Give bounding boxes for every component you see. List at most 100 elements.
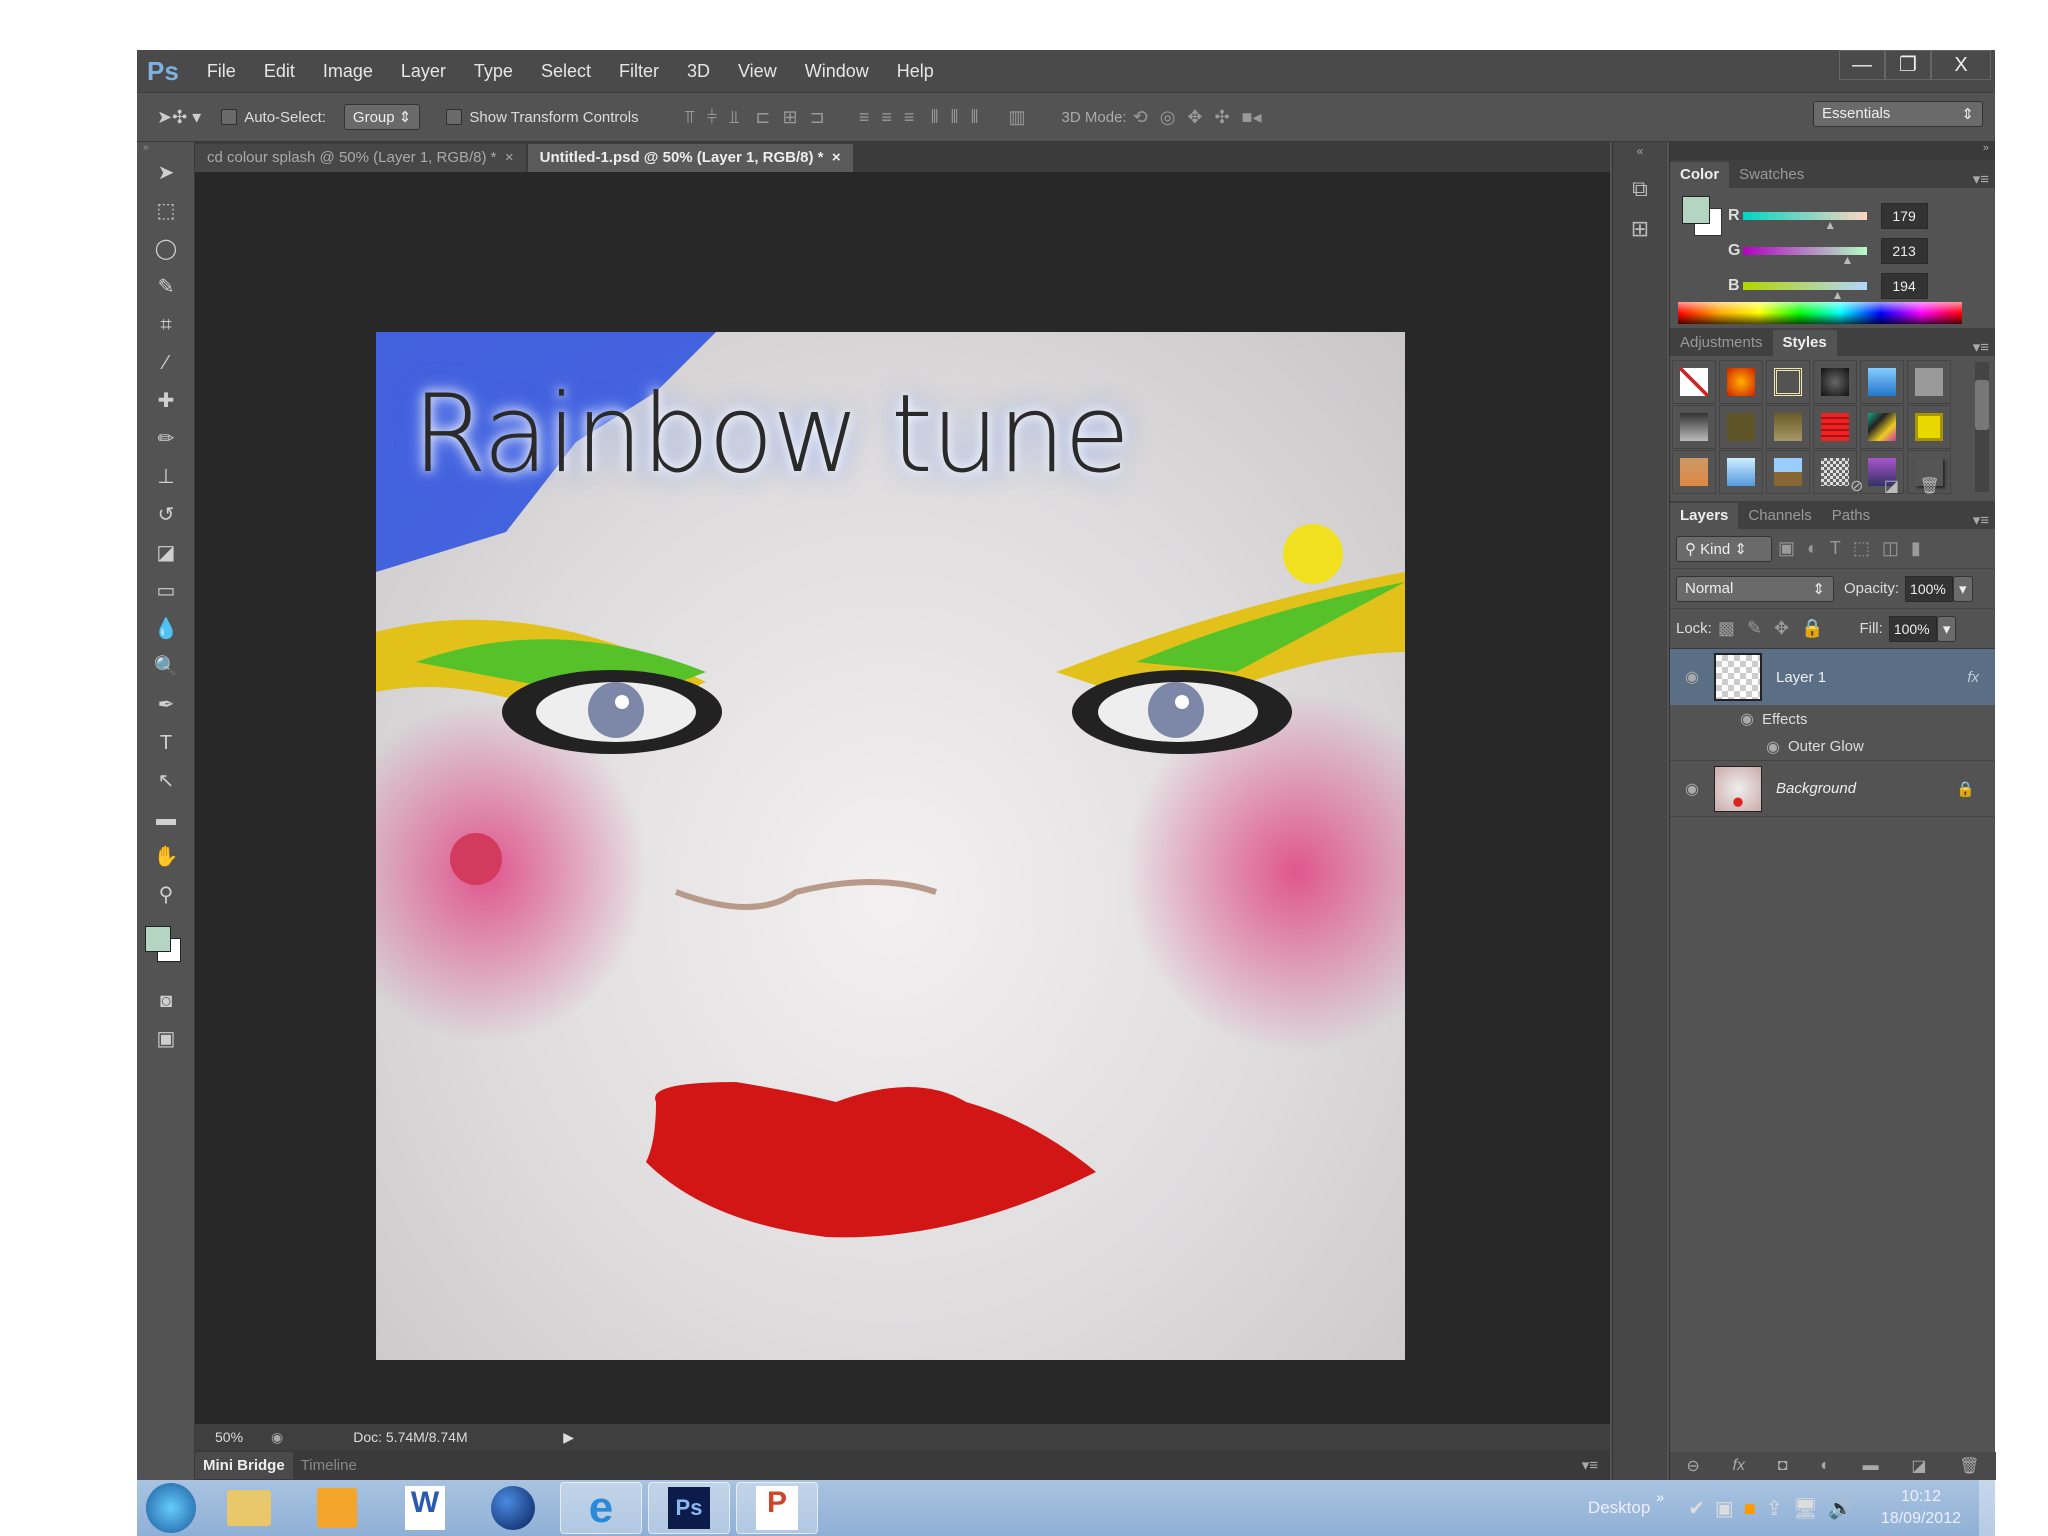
new-style-icon[interactable]: ◪: [1884, 478, 1899, 495]
clock[interactable]: 10:12 18/09/2012: [1881, 1486, 1961, 1530]
blend-mode-dropdown[interactable]: Normal ⇕: [1676, 575, 1834, 602]
delete-layer-icon[interactable]: 🗑: [1959, 1456, 1979, 1476]
align-top-icon[interactable]: ⫪: [685, 107, 695, 127]
add-mask-icon[interactable]: ◘: [1778, 1457, 1788, 1475]
tray-network-icon[interactable]: 🖥: [1793, 1498, 1828, 1520]
panel-menu-icon[interactable]: ▾≡: [1973, 338, 1995, 356]
align-hcenter-icon[interactable]: ⊞: [783, 107, 798, 127]
tab-untitled-1[interactable]: Untitled-1.psd @ 50% (Layer 1, RGB/8) * …: [527, 144, 853, 172]
distribute-left-icon[interactable]: ⦀: [931, 107, 939, 127]
style-chrome[interactable]: [1672, 405, 1716, 449]
3d-pan-icon[interactable]: ✥: [1187, 107, 1202, 128]
adjustment-layer-icon[interactable]: ◐: [1820, 1457, 1830, 1475]
distribute-hcenter-icon[interactable]: ⦀: [951, 107, 959, 127]
tray-app-icon[interactable]: ▣: [1715, 1498, 1744, 1520]
layer-name[interactable]: Layer 1: [1776, 669, 1826, 686]
menu-image[interactable]: Image: [323, 61, 373, 82]
style-gold-gradient[interactable]: [1766, 405, 1810, 449]
tab-timeline[interactable]: Timeline: [293, 1452, 365, 1479]
tab-layers[interactable]: Layers: [1670, 503, 1739, 529]
screen-mode-icon[interactable]: ▣: [149, 1022, 183, 1056]
align-left-icon[interactable]: ⊏: [755, 107, 770, 127]
filter-toggle-icon[interactable]: ▮: [1911, 538, 1921, 559]
menu-file[interactable]: File: [207, 61, 236, 82]
start-button[interactable]: [140, 1482, 202, 1534]
style-yellow[interactable]: [1907, 405, 1951, 449]
outer-glow-row[interactable]: ◉ Outer Glow: [1670, 733, 1995, 761]
opacity-dropdown[interactable]: ▾: [1953, 575, 1973, 602]
filter-shape-icon[interactable]: ⬚: [1853, 538, 1870, 559]
status-info-icon[interactable]: ◉: [271, 1429, 283, 1446]
path-select-tool-icon[interactable]: ↖: [149, 764, 183, 798]
lasso-tool-icon[interactable]: ◯: [149, 232, 183, 266]
auto-align-icon[interactable]: ▥: [1009, 107, 1026, 127]
move-tool-icon[interactable]: ➤: [149, 156, 183, 190]
style-sky[interactable]: [1719, 450, 1763, 494]
style-gray[interactable]: [1907, 360, 1951, 404]
r-slider[interactable]: [1743, 211, 1868, 220]
link-layers-icon[interactable]: ⊖: [1686, 1456, 1699, 1476]
distribute-top-icon[interactable]: ≡: [859, 107, 870, 127]
brush-tool-icon[interactable]: ✏: [149, 422, 183, 456]
foreground-color-swatch[interactable]: [145, 926, 171, 952]
tray-update-icon[interactable]: ⇪: [1766, 1498, 1793, 1520]
taskbar-outlook[interactable]: [296, 1482, 378, 1534]
b-slider-thumb[interactable]: ▲: [1832, 288, 1844, 302]
style-blue-glass[interactable]: [1860, 360, 1904, 404]
add-style-icon[interactable]: fx: [1733, 1457, 1745, 1475]
taskbar-photoshop[interactable]: Ps: [648, 1482, 730, 1534]
taskbar-internet-explorer[interactable]: e: [560, 1482, 642, 1534]
layer-name[interactable]: Background: [1776, 780, 1856, 797]
style-olive[interactable]: [1719, 405, 1763, 449]
taskbar-explorer[interactable]: [208, 1482, 290, 1534]
close-tab-icon[interactable]: ×: [505, 149, 514, 166]
tab-swatches[interactable]: Swatches: [1729, 162, 1814, 188]
filter-pixel-icon[interactable]: ▣: [1778, 538, 1795, 559]
show-desktop-button[interactable]: [1979, 1480, 1995, 1536]
style-landscape[interactable]: [1766, 450, 1810, 494]
style-red-stripes[interactable]: [1813, 405, 1857, 449]
distribute-bottom-icon[interactable]: ≡: [904, 107, 915, 127]
g-slider-thumb[interactable]: ▲: [1842, 253, 1854, 267]
tray-security-icon[interactable]: ✔: [1688, 1498, 1715, 1520]
show-more-chevron[interactable]: »: [1656, 1489, 1664, 1505]
r-value-field[interactable]: 179: [1881, 202, 1928, 229]
clone-stamp-tool-icon[interactable]: ⊥: [149, 460, 183, 494]
filter-type-icon[interactable]: T: [1830, 538, 1841, 559]
3d-slide-icon[interactable]: ✣: [1215, 107, 1230, 128]
styles-scrollbar[interactable]: [1975, 362, 1989, 492]
layer-row-background[interactable]: ◉ Background 🔒: [1670, 761, 1995, 817]
align-vcenter-icon[interactable]: ⫩: [707, 107, 717, 127]
style-orange[interactable]: [1672, 450, 1716, 494]
history-panel-icon[interactable]: ⧉: [1613, 176, 1667, 202]
document-image[interactable]: Rainbow tune: [376, 332, 1405, 1360]
menu-select[interactable]: Select: [541, 61, 591, 82]
lock-transparent-icon[interactable]: ▩: [1718, 618, 1735, 639]
rectangle-tool-icon[interactable]: ▬: [149, 802, 183, 836]
close-tab-icon[interactable]: ×: [832, 149, 841, 166]
properties-panel-icon[interactable]: ⊞: [1613, 216, 1667, 242]
panel-menu-icon[interactable]: ▾≡: [1582, 1456, 1598, 1474]
canvas-area[interactable]: Rainbow tune: [195, 172, 1610, 1424]
style-none[interactable]: [1672, 360, 1716, 404]
menu-layer[interactable]: Layer: [401, 61, 446, 82]
menu-type[interactable]: Type: [474, 61, 513, 82]
3d-roll-icon[interactable]: ◎: [1160, 107, 1176, 128]
layer-row-layer-1[interactable]: ◉ Layer 1 fx: [1670, 649, 1995, 705]
quick-mask-icon[interactable]: ◙: [149, 984, 183, 1018]
taskbar-word[interactable]: W: [384, 1482, 466, 1534]
tab-mini-bridge[interactable]: Mini Bridge: [195, 1451, 293, 1479]
tab-adjustments[interactable]: Adjustments: [1670, 330, 1773, 356]
close-button[interactable]: X: [1931, 50, 1991, 80]
align-bottom-icon[interactable]: ⫫: [729, 107, 739, 127]
lock-position-icon[interactable]: ✥: [1774, 618, 1789, 639]
color-spectrum-bar[interactable]: [1678, 302, 1962, 324]
g-value-field[interactable]: 213: [1881, 237, 1928, 264]
gradient-tool-icon[interactable]: ▭: [149, 574, 183, 608]
outer-glow-eye-icon[interactable]: ◉: [1766, 737, 1780, 757]
new-layer-icon[interactable]: ◪: [1911, 1456, 1926, 1476]
panel-menu-icon[interactable]: ▾≡: [1973, 511, 1995, 529]
layer-filter-dropdown[interactable]: ⚲ Kind ⇕: [1676, 535, 1772, 562]
status-menu-arrow-icon[interactable]: ▶: [563, 1429, 574, 1446]
tab-color[interactable]: Color: [1670, 162, 1730, 188]
